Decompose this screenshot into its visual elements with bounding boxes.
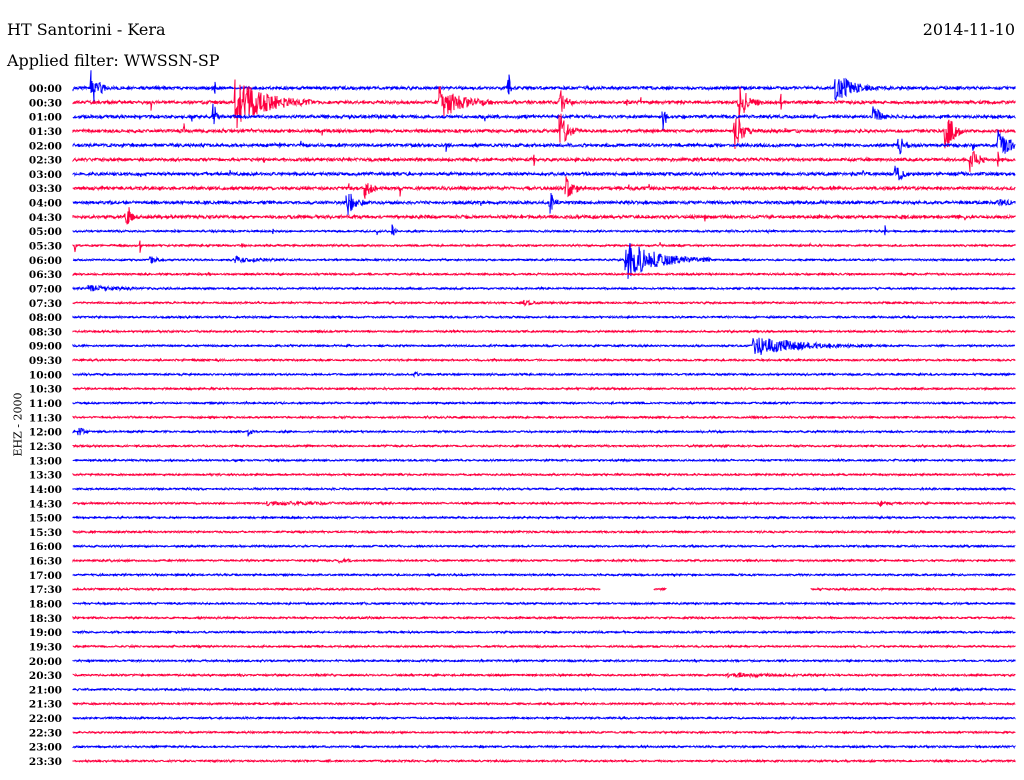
trace-row-0730 xyxy=(73,300,1015,305)
row-time-label: 05:00 xyxy=(29,226,62,238)
trace-row-0230 xyxy=(73,151,1015,172)
row-time-label: 03:00 xyxy=(29,169,62,181)
row-time-label: 21:30 xyxy=(29,699,62,711)
row-time-label: 18:30 xyxy=(29,613,62,625)
row-time-label: 04:00 xyxy=(29,198,62,210)
row-time-label: 19:30 xyxy=(29,641,62,653)
row-time-label: 13:00 xyxy=(29,455,62,467)
row-time-label: 02:30 xyxy=(29,155,62,167)
trace-row-0200 xyxy=(73,130,1015,154)
row-time-label: 23:30 xyxy=(29,756,62,768)
row-time-label: 20:00 xyxy=(29,656,62,668)
trace-row-1300 xyxy=(73,460,1015,462)
trace-row-1000 xyxy=(73,372,1015,376)
trace-row-1700 xyxy=(73,574,1015,576)
trace-row-1530 xyxy=(73,531,1015,533)
row-time-label: 04:30 xyxy=(29,212,62,224)
trace-row-1030 xyxy=(73,388,1015,390)
trace-row-1630 xyxy=(73,559,1015,563)
trace-row-1330 xyxy=(73,474,1015,476)
row-time-label: 16:00 xyxy=(29,541,62,553)
trace-row-1930 xyxy=(73,646,1015,648)
trace-row-0430 xyxy=(73,207,1015,224)
row-time-label: 00:00 xyxy=(29,83,62,95)
trace-row-0500 xyxy=(73,225,1015,236)
row-time-label: 07:00 xyxy=(29,283,62,295)
trace-row-0830 xyxy=(73,331,1015,333)
trace-row-1900 xyxy=(73,631,1015,633)
row-time-label: 16:30 xyxy=(29,556,62,568)
trace-row-2230 xyxy=(73,732,1015,734)
traces-svg: 00:00 00:30 01:00 01:30 02:00 02:30 03:00 03:30… xyxy=(0,0,1024,780)
row-time-label: 17:00 xyxy=(29,570,62,582)
helicorder-plot: HT Santorini - Kera 2014-11-10 Applied f… xyxy=(0,0,1024,780)
trace-row-1230 xyxy=(73,445,1015,447)
row-time-label: 09:00 xyxy=(29,341,62,353)
trace-row-1800 xyxy=(73,603,1015,605)
row-time-label: 03:30 xyxy=(29,183,62,195)
trace-row-1500 xyxy=(73,517,1015,519)
row-time-label: 02:00 xyxy=(29,140,62,152)
trace-row-0330 xyxy=(73,176,1015,198)
row-time-label: 18:00 xyxy=(29,598,62,610)
trace-row-0700 xyxy=(73,285,1015,291)
row-time-label: 14:30 xyxy=(29,498,62,510)
row-time-label: 14:00 xyxy=(29,484,62,496)
row-time-label: 07:30 xyxy=(29,298,62,310)
row-time-label: 06:00 xyxy=(29,255,62,267)
row-time-label: 23:00 xyxy=(29,742,62,754)
row-time-label: 00:30 xyxy=(29,97,62,109)
trace-row-1430 xyxy=(73,501,1015,506)
trace-row-0400 xyxy=(73,193,1015,215)
trace-row-0630 xyxy=(73,273,1015,275)
row-time-label: 10:00 xyxy=(29,369,62,381)
row-time-label: 12:00 xyxy=(29,427,62,439)
trace-row-1200 xyxy=(73,428,1015,436)
row-time-label: 17:30 xyxy=(29,584,62,596)
row-time-label: 10:30 xyxy=(29,384,62,396)
trace-row-0300 xyxy=(73,166,1015,180)
row-time-label: 08:30 xyxy=(29,326,62,338)
trace-row-2330 xyxy=(73,760,1015,762)
trace-row-1400 xyxy=(73,488,1015,490)
trace-row-2200 xyxy=(73,717,1015,719)
row-time-label: 01:00 xyxy=(29,112,62,124)
trace-row-0100 xyxy=(73,104,1015,131)
row-time-label: 15:30 xyxy=(29,527,62,539)
row-time-label: 22:00 xyxy=(29,713,62,725)
row-time-label: 09:30 xyxy=(29,355,62,367)
row-time-label: 06:30 xyxy=(29,269,62,281)
trace-row-1600 xyxy=(73,545,1015,547)
trace-row-2130 xyxy=(73,703,1015,705)
trace-row-0800 xyxy=(73,316,1015,318)
row-time-label: 15:00 xyxy=(29,513,62,525)
row-time-label: 20:30 xyxy=(29,670,62,682)
row-time-label: 19:00 xyxy=(29,627,62,639)
trace-row-1100 xyxy=(73,402,1015,404)
trace-row-2100 xyxy=(73,689,1015,691)
row-time-label: 08:00 xyxy=(29,312,62,324)
row-time-label: 22:30 xyxy=(29,727,62,739)
trace-row-1830 xyxy=(73,617,1015,619)
row-time-label: 11:00 xyxy=(29,398,62,410)
row-time-label: 12:30 xyxy=(29,441,62,453)
row-time-label: 05:30 xyxy=(29,241,62,253)
trace-row-1130 xyxy=(73,417,1015,419)
trace-row-0530 xyxy=(73,241,1015,253)
trace-row-1730 xyxy=(73,588,1015,590)
trace-row-0900 xyxy=(73,338,1015,355)
trace-row-2000 xyxy=(73,660,1015,662)
row-time-label: 13:30 xyxy=(29,470,62,482)
trace-row-0930 xyxy=(73,359,1015,361)
row-time-label: 11:30 xyxy=(29,412,62,424)
trace-row-2300 xyxy=(73,746,1015,748)
row-time-label: 21:00 xyxy=(29,684,62,696)
row-time-label: 01:30 xyxy=(29,126,62,138)
trace-row-2030 xyxy=(73,673,1015,677)
trace-row-0000 xyxy=(73,70,1015,102)
